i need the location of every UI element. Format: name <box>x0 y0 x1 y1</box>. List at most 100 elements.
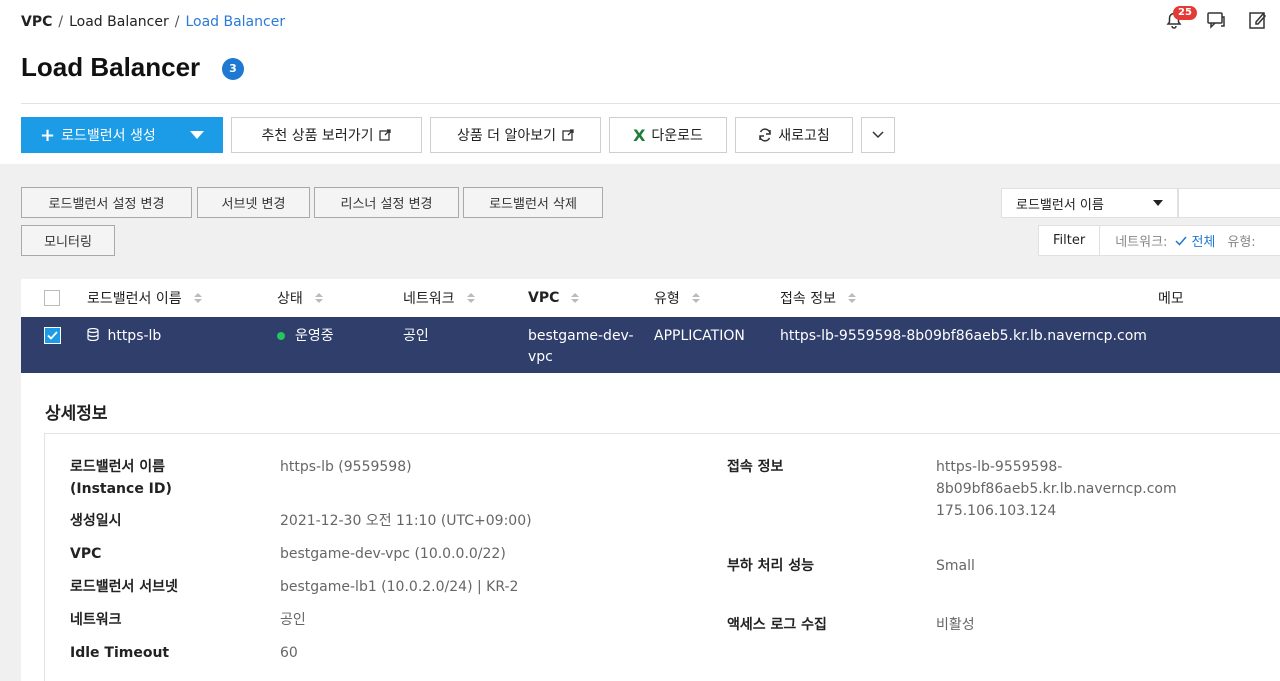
column-vpc[interactable]: VPC <box>528 279 580 317</box>
row-checkbox[interactable] <box>44 327 61 344</box>
detail-log-label: 액세스 로그 수집 <box>727 617 827 633</box>
detail-subnet-label: 로드밸런서 서브넷 <box>70 579 178 595</box>
search-field-select[interactable]: 로드밸런서 이름 <box>1001 188 1178 218</box>
change-subnet-button[interactable]: 서브넷 변경 <box>197 187 310 218</box>
row-name[interactable]: https-lb <box>87 326 161 347</box>
select-all-checkbox[interactable] <box>44 279 60 317</box>
create-label: 로드밸런서 생성 <box>61 128 156 144</box>
divider <box>21 103 1280 104</box>
detail-network-value: 공인 <box>280 612 306 628</box>
row-status-text: 운영중 <box>295 328 334 344</box>
filter-type-key[interactable]: 유형: <box>1215 231 1255 250</box>
detail-name-label-1: 로드밸런서 이름 <box>70 459 166 475</box>
row-network: 공인 <box>403 328 429 344</box>
page-title: Load Balancer <box>21 52 201 82</box>
select-value: 로드밸런서 이름 <box>1016 197 1104 213</box>
notification-badge: 25 <box>1173 6 1197 20</box>
column-access-label: 접속 정보 <box>780 291 836 307</box>
row-vpc: bestgame-dev- vpc <box>528 326 634 368</box>
sort-icon <box>314 293 323 303</box>
filter-network-value-text: 전체 <box>1191 235 1216 250</box>
sort-icon <box>691 293 700 303</box>
row-name-text: https-lb <box>107 328 162 344</box>
toolbar: + 로드밸런서 생성 추천 상품 보러가기 상품 더 알아보기 X 다운로드 새… <box>21 117 895 153</box>
detail-access-value: https-lb-9559598-8b09bf86aeb5.kr.lb.nave… <box>936 456 1280 522</box>
delete-button[interactable]: 로드밸런서 삭제 <box>463 187 603 218</box>
sort-icon <box>847 293 856 303</box>
change-listener-button[interactable]: 리스너 설정 변경 <box>314 187 459 218</box>
refresh-button[interactable]: 새로고침 <box>735 117 853 153</box>
count-badge: 3 <box>222 58 244 80</box>
top-icons: 25 <box>1164 6 1268 30</box>
sort-icon <box>571 293 580 303</box>
row-access: https-lb-9559598-8b09bf86aeb5.kr.lb.nave… <box>780 328 1147 344</box>
row-status: 운영중 <box>277 326 334 347</box>
memo-edit-icon[interactable] <box>1248 10 1268 30</box>
database-icon <box>87 327 99 342</box>
status-dot <box>277 332 285 340</box>
detail-title: 상세정보 <box>45 404 108 424</box>
column-name[interactable]: 로드밸런서 이름 <box>87 279 202 317</box>
monitoring-button[interactable]: 모니터링 <box>21 225 115 256</box>
excel-icon: X <box>633 125 646 145</box>
detail-access-ip: 175.106.103.124 <box>936 503 1057 519</box>
create-load-balancer-button[interactable]: + 로드밸런서 생성 <box>21 117 223 153</box>
column-type[interactable]: 유형 <box>654 279 700 317</box>
chevron-down-icon <box>872 131 884 139</box>
search-input[interactable] <box>1178 188 1280 218</box>
column-access[interactable]: 접속 정보 <box>780 279 856 317</box>
detail-panel: 상세정보 로드밸런서 이름 (Instance ID) https-lb (95… <box>21 373 1280 681</box>
caret-down-icon[interactable] <box>190 131 204 139</box>
detail-idle-value: 60 <box>280 645 298 661</box>
detail-access-domain: https-lb-9559598-8b09bf86aeb5.kr.lb.nave… <box>936 459 1177 497</box>
column-type-label: 유형 <box>654 291 680 307</box>
more-button[interactable] <box>861 117 895 153</box>
row-vpc-line2: vpc <box>528 349 553 365</box>
refresh-label: 새로고침 <box>778 128 830 144</box>
column-vpc-label: VPC <box>528 290 560 306</box>
column-memo-label: 메모 <box>1158 291 1184 307</box>
download-label: 다운로드 <box>651 128 703 144</box>
chat-icon[interactable] <box>1206 10 1226 30</box>
breadcrumb-vpc[interactable]: VPC <box>21 14 52 30</box>
detail-network-label: 네트워크 <box>70 612 122 628</box>
detail-perf-value: Small <box>936 558 975 574</box>
detail-created-label: 생성일시 <box>70 513 122 529</box>
filter-bar: Filter 네트워크: 전체 유형: <box>1038 225 1280 256</box>
download-button[interactable]: X 다운로드 <box>609 117 727 153</box>
column-network[interactable]: 네트워크 <box>403 279 475 317</box>
recommend-label: 추천 상품 보러가기 <box>261 128 374 144</box>
learn-more-label: 상품 더 알아보기 <box>456 128 557 144</box>
breadcrumb-separator: / <box>58 14 64 30</box>
recommend-products-button[interactable]: 추천 상품 보러가기 <box>231 117 422 153</box>
column-name-label: 로드밸런서 이름 <box>87 291 182 307</box>
breadcrumb-current[interactable]: Load Balancer <box>185 14 285 30</box>
detail-perf-label: 부하 처리 성능 <box>727 558 815 574</box>
sort-icon <box>466 293 475 303</box>
detail-vpc-value: bestgame-dev-vpc (10.0.0.0/22) <box>280 546 506 562</box>
change-settings-button[interactable]: 로드밸런서 설정 변경 <box>21 187 192 218</box>
filter-button[interactable]: Filter <box>1039 226 1101 255</box>
detail-name-label-2: (Instance ID) <box>70 481 172 497</box>
external-link-icon <box>379 129 392 141</box>
detail-box: 로드밸런서 이름 (Instance ID) https-lb (9559598… <box>44 433 1280 681</box>
caret-down-icon <box>1153 200 1163 206</box>
table-row[interactable]: https-lb 운영중 공인 bestgame-dev- vpc APPLIC… <box>21 317 1280 373</box>
column-status-label: 상태 <box>277 291 303 307</box>
breadcrumb-load-balancer[interactable]: Load Balancer <box>69 14 169 30</box>
refresh-icon <box>759 128 771 142</box>
filter-network-key: 네트워크: <box>1115 235 1168 250</box>
detail-name-value: https-lb (9559598) <box>280 459 412 475</box>
breadcrumb: VPC / Load Balancer / Load Balancer <box>21 14 285 30</box>
external-link-icon <box>562 129 574 141</box>
detail-vpc-label: VPC <box>70 546 102 562</box>
breadcrumb-separator: / <box>174 14 180 30</box>
learn-more-button[interactable]: 상품 더 알아보기 <box>430 117 601 153</box>
detail-idle-label: Idle Timeout <box>70 645 170 661</box>
column-status[interactable]: 상태 <box>277 279 323 317</box>
filter-network-value[interactable]: 전체 <box>1167 231 1215 250</box>
column-network-label: 네트워크 <box>403 291 455 307</box>
column-memo[interactable]: 메모 <box>1158 279 1184 317</box>
detail-created-value: 2021-12-30 오전 11:10 (UTC+09:00) <box>280 513 532 529</box>
bell-icon[interactable]: 25 <box>1164 6 1197 30</box>
